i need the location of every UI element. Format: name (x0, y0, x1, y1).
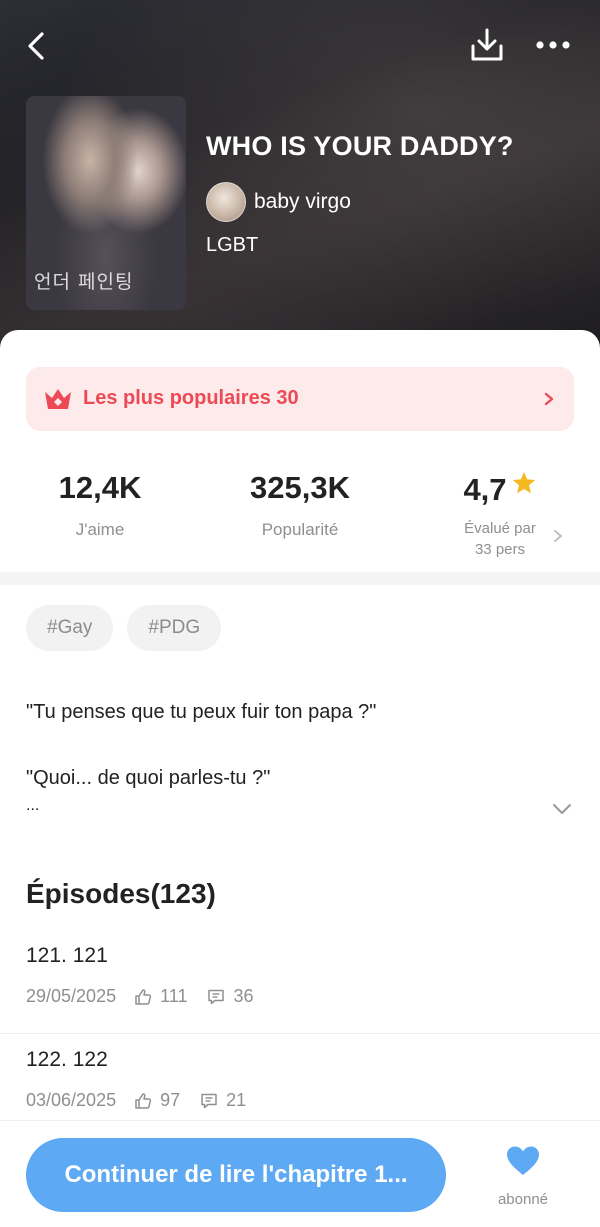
comment-icon (208, 989, 225, 1004)
download-icon (471, 28, 503, 61)
rating-label: Évalué par 33 pers (400, 518, 600, 560)
section-divider (0, 572, 600, 585)
follow-label: abonné (497, 1191, 549, 1208)
tag-pdg[interactable]: #PDG (127, 605, 222, 651)
ranking-label: Les plus populaires 30 (83, 387, 299, 409)
synopsis-line-1: "Tu penses que tu peux fuir ton papa ?" (26, 701, 377, 723)
comic-title: WHO IS YOUR DADDY? (206, 131, 514, 161)
bottom-action-bar: Continuer de lire l'chapitre 1... abonné (0, 1120, 600, 1227)
episode-comments: 21 (226, 1090, 247, 1110)
popularity-value: 325,3K (250, 470, 350, 505)
likes-value: 12,4K (58, 470, 142, 505)
author-name: baby virgo (254, 190, 351, 213)
top-bar (0, 26, 600, 66)
crown-icon (45, 389, 71, 409)
author-avatar (206, 182, 246, 222)
stat-rating[interactable]: 4,7 Évalué par 33 pers (400, 470, 600, 560)
episode-comments: 36 (233, 986, 254, 1006)
episode-likes: 97 (160, 1090, 181, 1110)
tag-list: #Gay #PDG (26, 605, 222, 651)
episode-date: 29/05/2025 (26, 986, 117, 1006)
episode-item[interactable]: 121. 121 29/05/2025 111 36 (0, 930, 600, 1033)
episode-meta: 03/06/2025 97 21 (26, 1090, 246, 1111)
rating-label-line1: Évalué par (464, 520, 536, 537)
heart-icon (507, 1146, 539, 1175)
rating-value: 4,7 (463, 472, 507, 507)
episodes-heading: Épisodes(123) (26, 878, 216, 909)
likes-label: J'aime (75, 520, 125, 539)
episode-title: 121. 121 (26, 944, 108, 967)
comic-cover: 언더 페인팅 (26, 96, 186, 310)
tag-gay[interactable]: #Gay (26, 605, 114, 651)
back-button[interactable] (22, 28, 54, 64)
follow-button[interactable]: abonné (478, 1145, 568, 1215)
episode-date: 03/06/2025 (26, 1090, 117, 1110)
synopsis-ellipsis: ... (26, 797, 40, 814)
author-link[interactable]: baby virgo (206, 182, 351, 222)
chevron-left-icon (28, 32, 44, 60)
stat-popularity: 325,3K Popularité (200, 470, 400, 540)
rating-label-line2: 33 pers (474, 541, 526, 558)
detail-sheet: Les plus populaires 30 12,4K J'aime 325,… (0, 330, 600, 1227)
star-icon (512, 472, 535, 494)
episode-title: 122. 122 (26, 1048, 108, 1071)
stat-likes: 12,4K J'aime (0, 470, 200, 540)
cover-title: 언더 페인팅 (34, 271, 134, 293)
rating-chevron-icon[interactable] (552, 528, 564, 544)
comic-genre: LGBT (206, 234, 259, 256)
thumbs-up-icon (135, 988, 152, 1005)
thumbs-up-icon (135, 1092, 152, 1109)
stats-row: 12,4K J'aime 325,3K Popularité 4,7 Évalu… (0, 470, 600, 570)
more-options-button[interactable] (532, 32, 574, 58)
chevron-down-icon[interactable] (552, 802, 572, 816)
comment-icon (201, 1093, 217, 1108)
more-horizontal-icon (536, 41, 570, 49)
synopsis-line-2: "Quoi... de quoi parles-tu ?" (26, 767, 271, 789)
ranking-banner[interactable]: Les plus populaires 30 (26, 367, 574, 431)
episode-likes: 111 (160, 986, 188, 1006)
popularity-label: Popularité (261, 520, 339, 539)
rating-row: 4,7 (400, 470, 600, 508)
episode-meta: 29/05/2025 111 36 (26, 986, 254, 1007)
synopsis: "Tu penses que tu peux fuir ton papa ?" … (26, 696, 546, 828)
download-button[interactable] (468, 26, 506, 64)
chevron-right-icon (544, 392, 554, 406)
continue-reading-button[interactable]: Continuer de lire l'chapitre 1... (26, 1138, 446, 1212)
